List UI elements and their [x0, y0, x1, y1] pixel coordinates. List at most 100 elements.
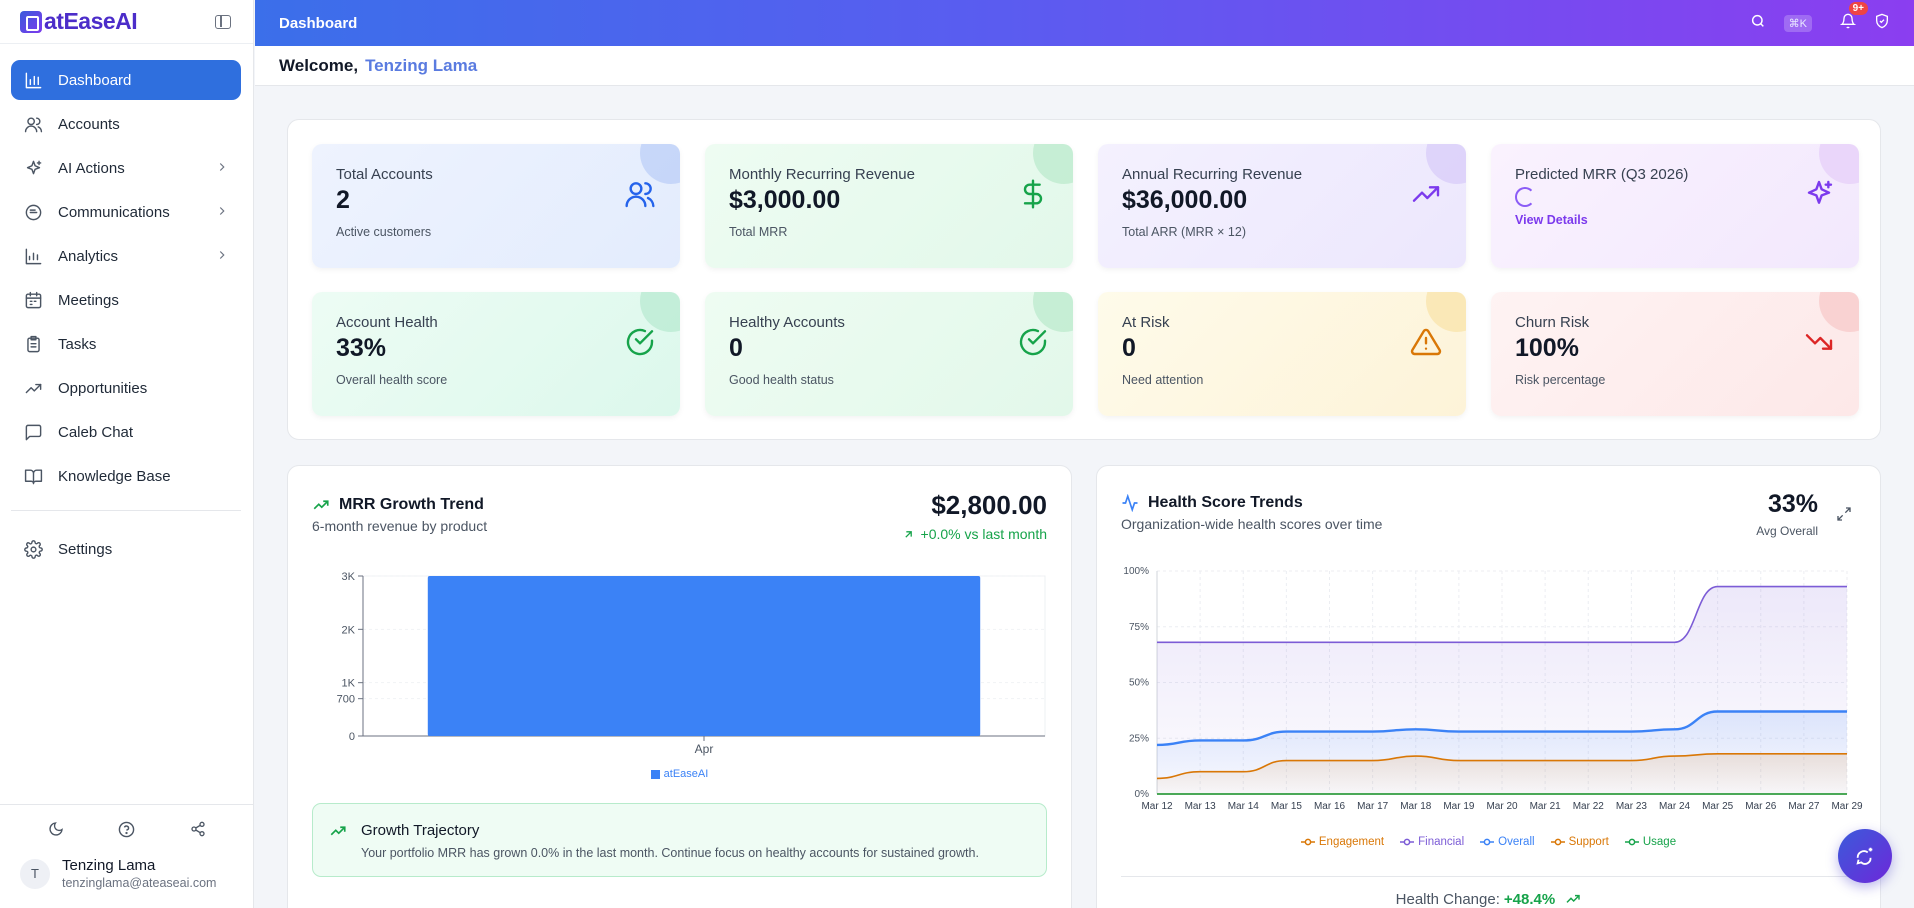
search-icon[interactable]	[1750, 13, 1766, 34]
legend-item-financial[interactable]: Financial	[1400, 836, 1464, 848]
sidebar-collapse-icon[interactable]	[215, 14, 231, 29]
notification-badge: 9+	[1848, 1, 1868, 15]
search-shortcut[interactable]: ⌘K	[1783, 14, 1812, 32]
legend-marker-icon	[1550, 838, 1565, 846]
trending-down-icon	[1803, 326, 1835, 358]
x-tick-label: Mar 15	[1271, 801, 1303, 812]
stat-card-churn-risk[interactable]: Churn Risk 100% Risk percentage	[1491, 292, 1859, 416]
stat-subtitle: Overall health score	[336, 373, 448, 387]
sidebar-item-meetings[interactable]: Meetings	[11, 280, 241, 320]
sidebar-item-caleb-chat[interactable]: Caleb Chat	[11, 412, 241, 452]
stat-card-total-accounts[interactable]: Total Accounts 2 Active customers	[312, 144, 680, 268]
health-avg-value: 33%	[1767, 490, 1818, 518]
health-title-text: Health Score Trends	[1148, 494, 1303, 511]
arrow-up-right-icon	[904, 530, 912, 538]
y-tick-label: 1K	[342, 678, 356, 690]
mrr-title: MRR Growth Trend	[312, 496, 484, 514]
legend-item-engagement[interactable]: Engagement	[1300, 836, 1385, 848]
stat-subtitle: Need attention	[1122, 373, 1204, 387]
legend-label: Engagement	[1318, 836, 1385, 848]
chevron-right-icon	[215, 160, 229, 177]
sidebar-item-communications[interactable]: Communications	[11, 192, 241, 232]
user-email: tenzinglama@ateaseai.com	[62, 876, 217, 890]
legend-item-support[interactable]: Support	[1550, 836, 1609, 848]
welcome-bar: Welcome, Tenzing Lama	[255, 46, 1914, 86]
sidebar-footer: T Tenzing Lama tenzinglama@ateaseai.com	[0, 804, 253, 908]
stat-subtitle: Risk percentage	[1515, 373, 1606, 387]
x-tick-label: Mar 26	[1745, 801, 1777, 812]
stat-value: 33%	[336, 334, 387, 362]
stat-card-annual-recurring-revenue[interactable]: Annual Recurring Revenue $36,000.00 Total…	[1098, 144, 1466, 268]
stat-value: 0	[1122, 334, 1136, 362]
stats-panel: Total Accounts 2 Active customers Monthly …	[287, 119, 1881, 440]
sidebar-item-accounts[interactable]: Accounts	[11, 104, 241, 144]
sidebar-item-analytics[interactable]: Analytics	[11, 236, 241, 276]
stat-label: Healthy Accounts	[729, 314, 845, 331]
ai-assistant-button[interactable]	[1838, 829, 1892, 883]
stat-subtitle: Total MRR	[729, 225, 788, 239]
sidebar-item-tasks[interactable]: Tasks	[11, 324, 241, 364]
trending-up-icon	[1566, 894, 1581, 903]
sidebar-item-label: Accounts	[58, 115, 120, 133]
stat-card-account-health[interactable]: Account Health 33% Overall health score	[312, 292, 680, 416]
welcome-user-name[interactable]: Tenzing Lama	[365, 56, 477, 76]
health-legend: Engagement Financial Overall Support Usa…	[1097, 836, 1880, 848]
shield-icon[interactable]	[1874, 13, 1890, 34]
expand-icon[interactable]	[1836, 506, 1852, 527]
stat-card-at-risk[interactable]: At Risk 0 Need attention	[1098, 292, 1466, 416]
trending-up-icon	[23, 378, 43, 398]
bar-apr	[427, 576, 981, 736]
sidebar-item-opportunities[interactable]: Opportunities	[11, 368, 241, 408]
y-tick-label: 50%	[1129, 678, 1149, 689]
health-change-label: Health Change:	[1395, 891, 1500, 908]
x-tick-label: Mar 25	[1702, 801, 1734, 812]
theme-toggle-icon[interactable]	[46, 819, 66, 839]
x-tick-label: Mar 18	[1400, 801, 1432, 812]
chevron-right-icon	[215, 204, 229, 221]
mrr-total: $2,800.00	[931, 490, 1047, 520]
sidebar-item-knowledge-base[interactable]: Knowledge Base	[11, 456, 241, 496]
legend-item-overall[interactable]: Overall	[1480, 836, 1535, 848]
y-tick-label: 2K	[342, 624, 356, 636]
sparkles-icon	[23, 158, 43, 178]
mrr-delta: +0.0% vs last month	[902, 526, 1047, 542]
share-icon[interactable]	[188, 819, 208, 839]
y-tick-label: 75%	[1129, 622, 1149, 633]
notifications-button[interactable]: 9+	[1839, 1, 1868, 34]
x-tick-label: Mar 20	[1486, 801, 1518, 812]
trending-up-icon	[313, 500, 329, 510]
stat-card-predicted-mrr-q3-2026[interactable]: Predicted MRR (Q3 2026) View Details	[1491, 144, 1859, 268]
bar-chart-icon	[23, 70, 43, 90]
warning-icon	[1410, 326, 1442, 358]
health-change-value: +48.4%	[1503, 891, 1556, 908]
sidebar-item-ai-actions[interactable]: AI Actions	[11, 148, 241, 188]
topbar: Dashboard ⌘K 9+	[255, 0, 1914, 46]
stat-card-healthy-accounts[interactable]: Healthy Accounts 0 Good health status	[705, 292, 1073, 416]
sidebar-item-dashboard[interactable]: Dashboard	[11, 60, 241, 100]
app-logo[interactable]: atEaseAI	[20, 8, 138, 35]
logo-icon	[20, 10, 42, 33]
stat-subtitle: Total ARR (MRR × 12)	[1122, 225, 1246, 239]
sidebar-item-settings[interactable]: Settings	[11, 529, 241, 569]
help-icon[interactable]	[117, 819, 137, 839]
user-profile[interactable]: T Tenzing Lama tenzinglama@ateaseai.com	[0, 849, 253, 908]
y-tick-label: 0	[349, 731, 355, 743]
view-details-link[interactable]: View Details	[1515, 213, 1835, 227]
stat-value: 0	[729, 334, 743, 362]
brand-header: atEaseAI	[0, 0, 253, 44]
legend-label: Financial	[1418, 836, 1465, 848]
book-icon	[23, 466, 43, 486]
legend-marker-icon	[1300, 838, 1315, 846]
legend-item-usage[interactable]: Usage	[1624, 836, 1676, 848]
mrr-legend[interactable]: atEaseAI	[288, 768, 1071, 780]
sidebar-item-label: Meetings	[58, 291, 119, 309]
trending-up-icon	[1410, 178, 1442, 210]
x-tick-label: Mar 29	[1831, 801, 1863, 812]
stat-value: 100%	[1515, 334, 1579, 362]
check-circle-icon	[624, 326, 656, 358]
page-title: Dashboard	[279, 14, 358, 32]
health-score-card: Health Score Trends Organization-wide he…	[1096, 465, 1881, 908]
stat-card-monthly-recurring-revenue[interactable]: Monthly Recurring Revenue $3,000.00 Total…	[705, 144, 1073, 268]
chat-icon	[23, 202, 43, 222]
sidebar-item-label: Tasks	[58, 335, 97, 353]
